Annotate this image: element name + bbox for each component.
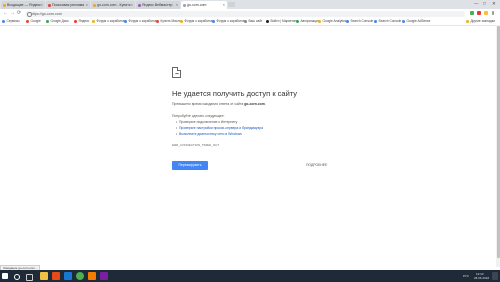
app-icon[interactable] <box>52 272 60 280</box>
new-tab-button[interactable] <box>228 2 235 7</box>
clock-date: 28.06.2018 <box>474 276 490 280</box>
extension-icon[interactable] <box>470 11 474 15</box>
bookmark-item[interactable]: Ваш сайт <box>244 18 262 25</box>
reload-button[interactable]: Перезагрузить <box>172 161 208 170</box>
forum-icon <box>124 20 127 23</box>
bookmark-item[interactable]: Сервисы <box>2 18 20 25</box>
chrome-icon[interactable] <box>76 272 84 280</box>
google-icon <box>26 20 29 23</box>
bookmark-item[interactable]: Авторизация <box>296 18 320 25</box>
start-icon[interactable] <box>2 273 8 279</box>
close-tab-icon[interactable]: × <box>131 1 133 9</box>
task-view-icon[interactable] <box>26 273 33 281</box>
tab-shop[interactable]: go-corn.com - Купить × <box>91 1 135 9</box>
bookmark-item[interactable]: Форум о заработке <box>124 18 157 25</box>
sad-page-icon <box>172 67 181 78</box>
tab-strip: Входящие — Яндекс × Поисковая реклама × … <box>0 0 500 9</box>
close-tab-icon[interactable]: × <box>41 1 43 9</box>
apps-icon <box>2 20 5 23</box>
bookmark-item[interactable]: Google AdSense <box>402 18 430 25</box>
tab-label: Поисковая реклама <box>52 3 85 7</box>
error-code: ERR_CONNECTION_TIMED_OUT <box>172 143 220 147</box>
drive-icon <box>46 20 49 23</box>
ads-favicon-icon <box>47 3 51 7</box>
tab-ads[interactable]: Поисковая реклама × <box>46 1 90 9</box>
app-icon[interactable] <box>88 272 96 280</box>
menu-icon[interactable] <box>492 11 494 15</box>
suggestion-item: Проверьте подключение к Интернету <box>176 120 237 124</box>
shop-icon <box>156 20 159 23</box>
bookmark-item[interactable]: Яндекс <box>74 18 89 25</box>
bookmark-item[interactable]: Другие закладки <box>466 18 495 25</box>
details-button[interactable]: ПОДРОБНЕЕ <box>306 161 327 170</box>
tab-label: go-corn.com - Купить <box>97 3 131 7</box>
scrollbar-thumb[interactable] <box>496 26 500 258</box>
adsense-icon <box>402 20 405 23</box>
taskbar: РУС 19:33 28.06.2018 <box>0 270 500 282</box>
bookmark-item[interactable]: Войти | Маркетинг <box>266 18 298 25</box>
try-label: Попробуйте сделать следующее: <box>172 114 225 118</box>
bookmark-item[interactable]: Google Диск <box>46 18 69 25</box>
tab-label: Яндекс.Вебмастер <box>142 3 173 7</box>
yandex-icon <box>74 20 77 23</box>
bookmark-item[interactable]: Купить Масло <box>156 18 181 25</box>
error-title: Не удается получить доступ к сайту <box>172 89 298 98</box>
close-window-icon[interactable]: ✕ <box>492 0 496 8</box>
minimize-icon[interactable]: — <box>474 0 479 8</box>
explorer-icon[interactable] <box>40 272 48 280</box>
tab-active[interactable]: go-corn.com × <box>181 1 227 9</box>
auth-icon <box>296 20 299 23</box>
forward-icon[interactable]: → <box>10 9 15 18</box>
page-favicon-icon <box>182 3 186 7</box>
forum-icon <box>180 20 183 23</box>
close-tab-icon[interactable]: × <box>176 1 178 9</box>
forum-icon <box>212 20 215 23</box>
search-icon[interactable] <box>14 273 20 280</box>
search-console-icon <box>346 20 349 23</box>
mail-favicon-icon <box>2 3 6 7</box>
app-icon[interactable] <box>100 272 108 280</box>
bookmark-item[interactable]: Форум о заработке <box>212 18 245 25</box>
bookmark-item[interactable]: Форум о заработке <box>180 18 213 25</box>
analytics-icon <box>318 20 321 23</box>
info-icon[interactable] <box>27 12 32 17</box>
address-bar[interactable]: https://go-corn.com <box>25 10 465 17</box>
error-subtitle: Превышено время ожидания ответа от сайта… <box>172 102 266 106</box>
app-icon[interactable] <box>64 272 72 280</box>
tab-webmaster[interactable]: Яндекс.Вебмастер × <box>136 1 180 9</box>
bookmark-item[interactable]: Search Console <box>346 18 373 25</box>
extension-icon[interactable] <box>477 11 481 15</box>
folder-icon <box>466 20 469 23</box>
site-icon <box>244 20 247 23</box>
clock-time: 19:33 <box>476 271 484 276</box>
bookmark-item[interactable]: Google <box>26 18 41 25</box>
close-tab-icon[interactable]: × <box>86 1 88 9</box>
address-text: https://go-corn.com <box>31 11 62 16</box>
bookmark-item[interactable]: Форум о заработке <box>92 18 125 25</box>
forum-icon <box>92 20 95 23</box>
error-subtitle-text: Превышено время ожидания ответа от сайта <box>172 102 244 106</box>
search-console-icon <box>374 20 377 23</box>
tab-label: go-corn.com <box>187 3 207 7</box>
reload-icon[interactable]: ⟳ <box>17 9 21 18</box>
webmaster-favicon-icon <box>137 3 141 7</box>
suggestion-link-proxy[interactable]: Проверьте настройки прокси-сервера и бра… <box>176 126 263 130</box>
page-content <box>0 25 496 267</box>
extension-icon[interactable] <box>484 11 488 15</box>
keyboard-language[interactable]: РУС <box>463 274 469 278</box>
tab-mail[interactable]: Входящие — Яндекс × <box>1 1 45 9</box>
error-host: go-corn.com <box>244 102 265 106</box>
bookmark-item[interactable]: Search Console <box>374 18 401 25</box>
shop-favicon-icon <box>92 3 96 7</box>
notifications-icon[interactable] <box>492 272 498 280</box>
maximize-icon[interactable]: □ <box>483 0 486 8</box>
tab-label: Входящие — Яндекс <box>7 3 41 7</box>
bookmark-item[interactable]: Google Analytics <box>318 18 346 25</box>
close-tab-icon[interactable]: × <box>223 1 225 9</box>
back-icon[interactable]: ← <box>3 9 8 18</box>
suggestion-link-diagnostics[interactable]: Выполните диагностику сети в Windows <box>176 132 242 136</box>
marketing-icon <box>266 20 269 23</box>
